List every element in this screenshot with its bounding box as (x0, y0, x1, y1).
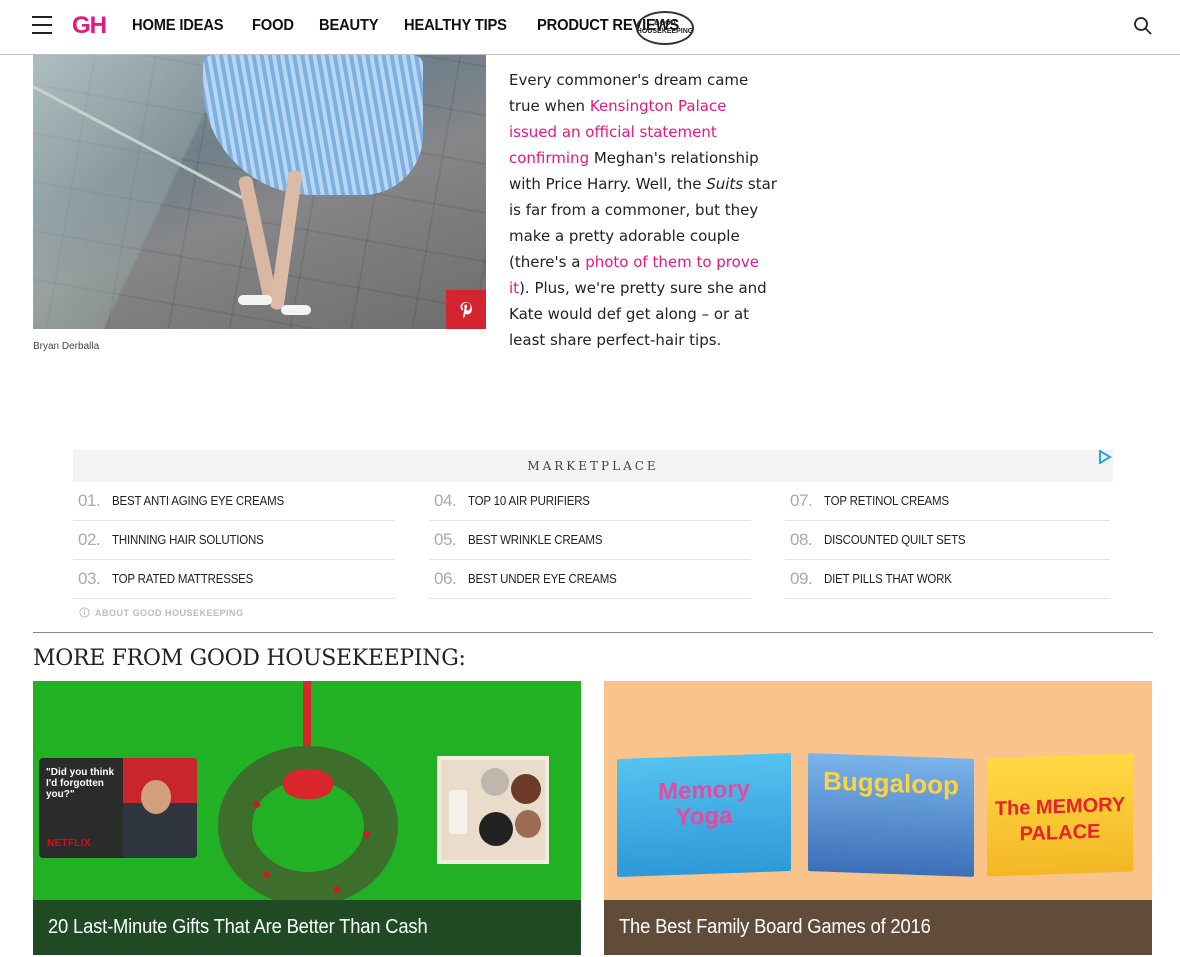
wreath-bow (283, 769, 333, 799)
adchoices-icon[interactable] (1098, 449, 1112, 465)
marketplace-item[interactable]: 05. BEST WRINKLE CREAMS (429, 521, 751, 560)
item-number: 08. (790, 530, 813, 549)
item-label: TOP RETINOL CREAMS (824, 494, 949, 508)
nav-food[interactable]: FOOD (252, 17, 294, 35)
item-number: 01. (78, 491, 101, 510)
stone (511, 774, 541, 804)
nav-home-ideas[interactable]: HOME IDEAS (132, 17, 224, 35)
promo-card-gifts[interactable]: "Did you think I'd forgotten you?" NETFL… (33, 681, 581, 955)
item-label: TOP RATED MATTRESSES (112, 572, 254, 586)
marketplace-item[interactable]: 04. TOP 10 AIR PURIFIERS (429, 482, 751, 521)
bottle (449, 790, 467, 834)
item-number: 03. (78, 569, 101, 588)
item-label: THINNING HAIR SOLUTIONS (112, 533, 264, 547)
nav-healthy-tips[interactable]: HEALTHY TIPS (404, 17, 507, 35)
memory-yoga-box: Memory Yoga (617, 752, 791, 878)
good-housekeeping-seal[interactable]: GOOD HOUSEKEEPING (636, 11, 694, 45)
sandal-right (281, 305, 311, 315)
item-number: 05. (434, 530, 457, 549)
marketplace-item[interactable]: 06. BEST UNDER EYE CREAMS (429, 560, 751, 599)
marketplace-header: MARKETPLACE (73, 450, 1113, 482)
menu-icon[interactable] (32, 16, 52, 36)
seal-line-2: HOUSEKEEPING (636, 28, 694, 35)
buggaloop-title: Buggaloop (823, 765, 959, 801)
netflix-gift-card: "Did you think I'd forgotten you?" NETFL… (39, 758, 197, 858)
memory-yoga-title: Memory Yoga (657, 775, 751, 831)
item-label: BEST WRINKLE CREAMS (468, 533, 603, 547)
section-divider (33, 632, 1153, 633)
card-title: 20 Last-Minute Gifts That Are Better Tha… (48, 916, 428, 938)
item-label: BEST UNDER EYE CREAMS (468, 572, 617, 586)
gift-box-stones (437, 756, 549, 864)
seal-line-1: GOOD (654, 20, 676, 27)
marketplace-item[interactable]: 09. DIET PILLS THAT WORK (785, 560, 1110, 599)
article-text-4: ). Plus, we're pretty sure she and Kate … (509, 279, 767, 349)
stone (481, 768, 509, 796)
marketplace-title: MARKETPLACE (527, 459, 659, 473)
photo-credit: Bryan Derballa (33, 341, 100, 352)
marketplace-column-1: 01. BEST ANTI AGING EYE CREAMS 02. THINNIN… (73, 482, 395, 599)
search-icon[interactable] (1133, 16, 1153, 36)
item-number: 04. (434, 491, 457, 510)
item-label: TOP 10 AIR PURIFIERS (468, 494, 590, 508)
card-caption: The Best Family Board Games of 2016 (604, 900, 1152, 955)
site-logo[interactable]: GH (72, 12, 107, 40)
info-icon (79, 607, 90, 618)
marketplace-item[interactable]: 01. BEST ANTI AGING EYE CREAMS (73, 482, 395, 521)
berry (333, 886, 340, 893)
netflix-logo: NETFLIX (47, 838, 91, 849)
marketplace-item[interactable]: 03. TOP RATED MATTRESSES (73, 560, 395, 599)
memory-palace-box: The MEMORY PALACE (987, 753, 1133, 877)
nav-beauty[interactable]: BEAUTY (319, 17, 379, 35)
card-caption: 20 Last-Minute Gifts That Are Better Tha… (33, 900, 581, 955)
about-label: ABOUT GOOD HOUSEKEEPING (95, 607, 244, 618)
item-label: DIET PILLS THAT WORK (824, 572, 952, 586)
berry (253, 801, 260, 808)
item-label: BEST ANTI AGING EYE CREAMS (112, 494, 285, 508)
pinterest-icon (460, 301, 472, 318)
stone (515, 810, 541, 838)
promo-card-board-games[interactable]: Memory Yoga Buggaloop The MEMORY PALACE … (604, 681, 1152, 955)
berry (263, 871, 270, 878)
sandal-left (238, 295, 272, 305)
more-from-title: MORE FROM GOOD HOUSEKEEPING: (33, 646, 466, 671)
marketplace-column-2: 04. TOP 10 AIR PURIFIERS 05. BEST WRINKLE … (429, 482, 751, 599)
item-label: DISCOUNTED QUILT SETS (824, 533, 966, 547)
about-good-housekeeping-link[interactable]: ABOUT GOOD HOUSEKEEPING (79, 607, 244, 618)
item-number: 06. (434, 569, 457, 588)
article-image (33, 55, 486, 329)
stone (479, 812, 513, 846)
marketplace-item[interactable]: 08. DISCOUNTED QUILT SETS (785, 521, 1110, 560)
main-nav: HOME IDEAS FOOD BEAUTY HEALTHY TIPS PROD… (132, 17, 712, 35)
gift-card-quote: "Did you think I'd forgotten you?" (46, 767, 115, 800)
item-number: 07. (790, 491, 813, 510)
gift-card-face (141, 780, 171, 814)
suits-italic: Suits (706, 175, 744, 193)
article-paragraph: Every commoner's dream came true when Ke… (509, 67, 777, 353)
marketplace-column-3: 07. TOP RETINOL CREAMS 08. DISCOUNTED QUIL… (785, 482, 1110, 599)
item-number: 02. (78, 530, 101, 549)
top-navigation-bar: GH HOME IDEAS FOOD BEAUTY HEALTHY TIPS P… (0, 0, 1180, 55)
marketplace-item[interactable]: 07. TOP RETINOL CREAMS (785, 482, 1110, 521)
marketplace-item[interactable]: 02. THINNING HAIR SOLUTIONS (73, 521, 395, 560)
card-title: The Best Family Board Games of 2016 (619, 916, 931, 938)
memory-palace-title: The MEMORY PALACE (994, 793, 1126, 846)
berry (363, 831, 370, 838)
item-number: 09. (790, 569, 813, 588)
buggaloop-box: Buggaloop (808, 753, 974, 877)
pinterest-pin-button[interactable] (446, 290, 486, 329)
